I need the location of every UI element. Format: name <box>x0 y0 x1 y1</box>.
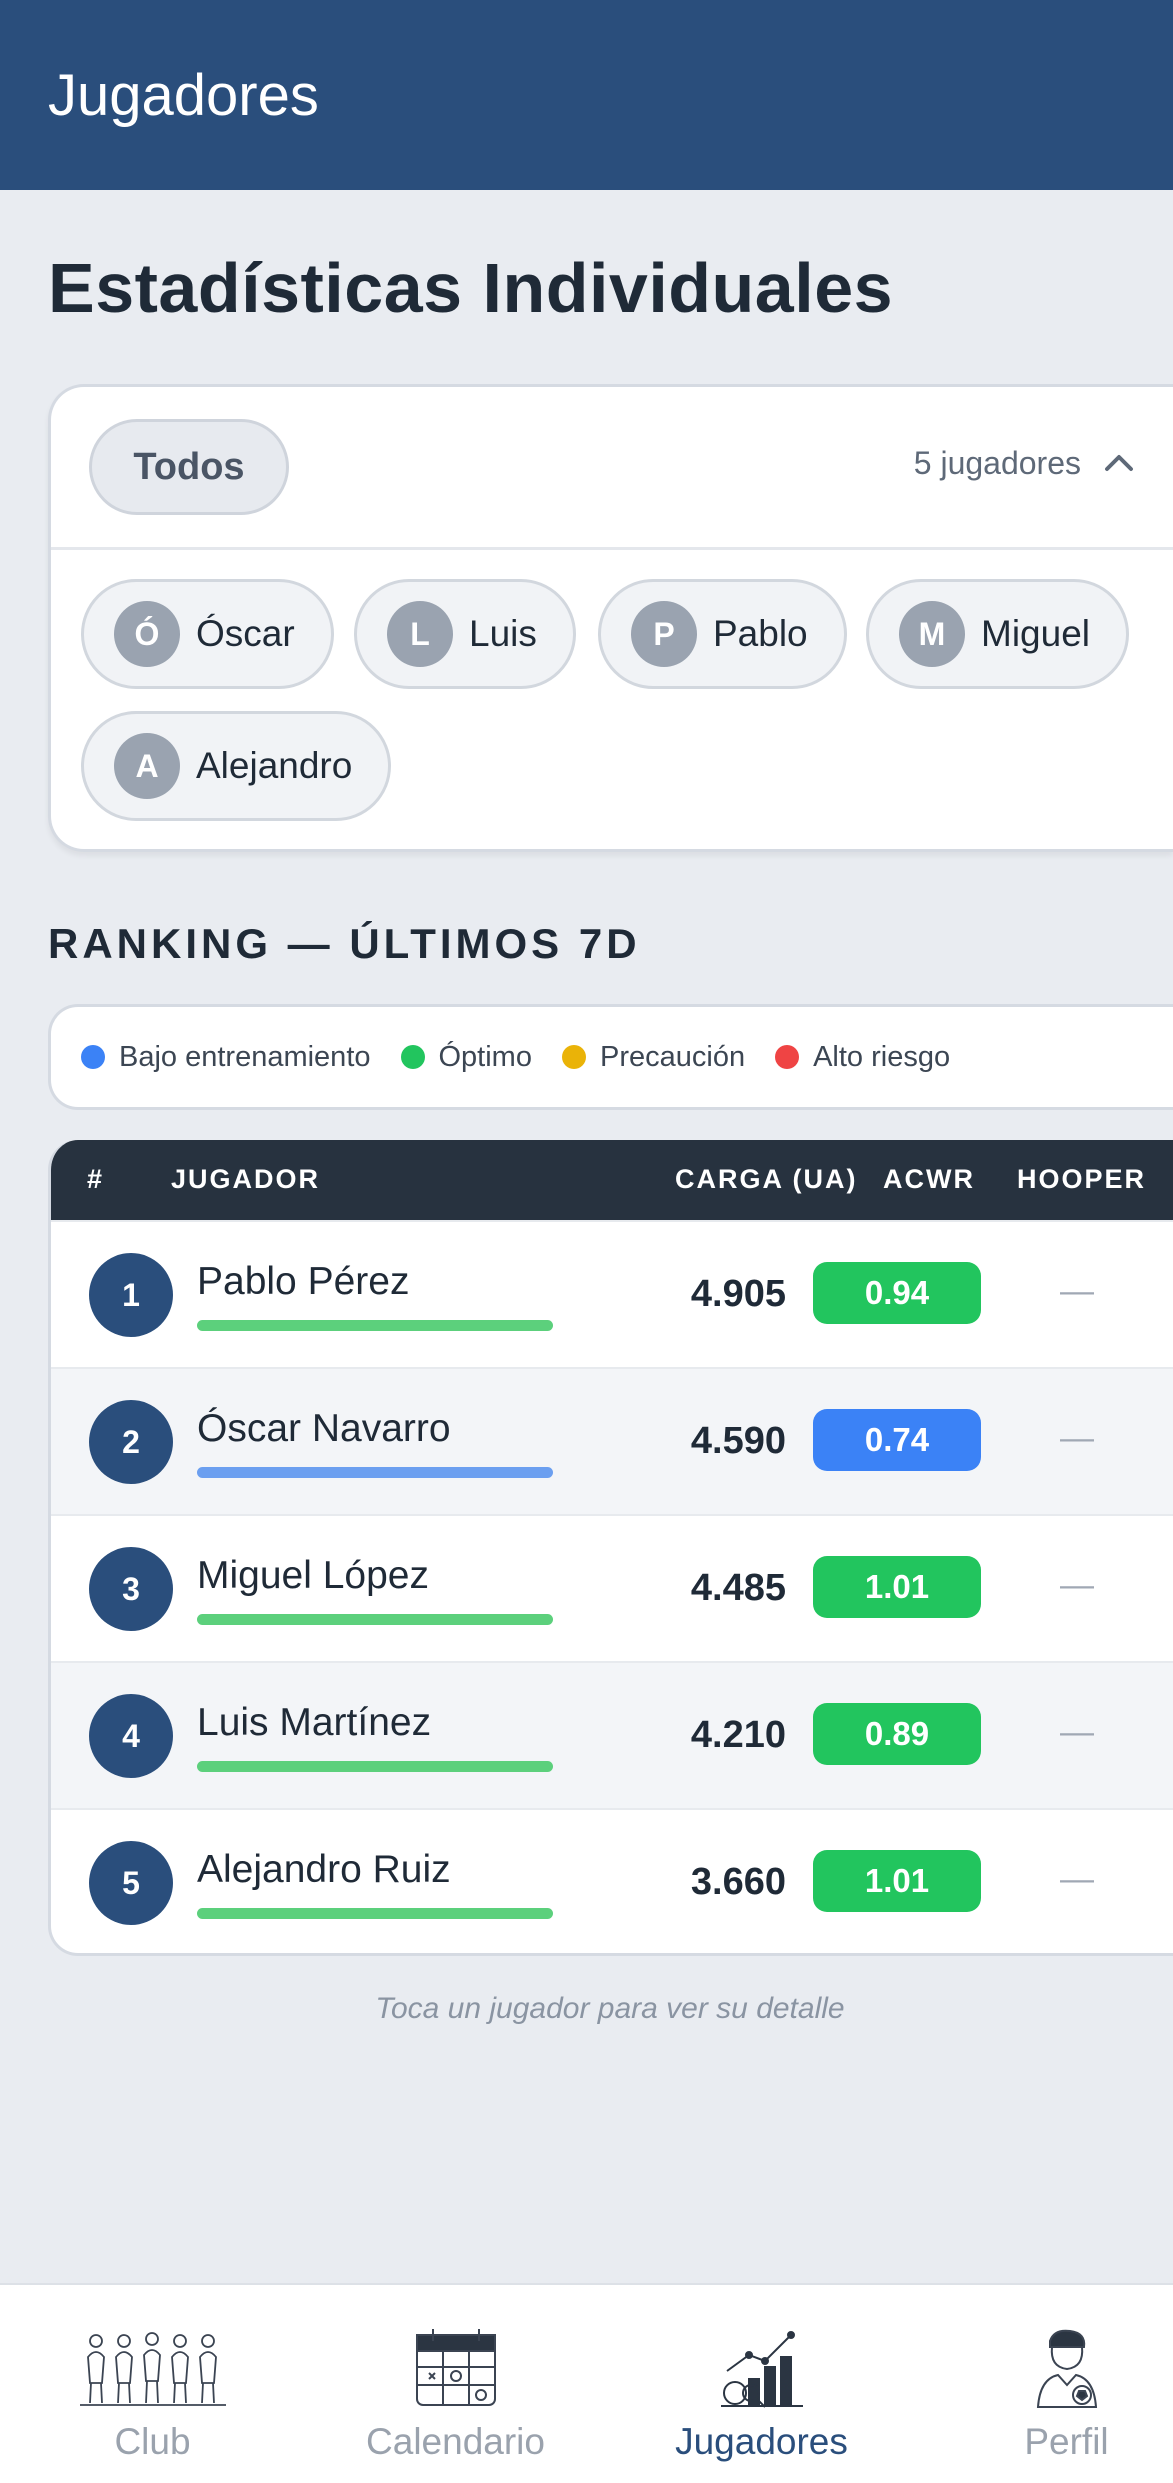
hooper-value: — <box>1060 1566 1094 1604</box>
calendar-icon <box>381 2327 531 2409</box>
nav-label: Calendario <box>366 2421 545 2462</box>
players-group-icon <box>78 2327 228 2409</box>
card-divider <box>51 547 1173 550</box>
load-value: 3.660 <box>690 1861 786 1903</box>
nav-label: Club <box>114 2421 191 2462</box>
stats-chart-icon <box>687 2327 837 2409</box>
player-chip-alejandro[interactable]: A Alejandro <box>81 711 392 821</box>
load-value: 4.590 <box>690 1420 786 1462</box>
bottom-nav: Club Calendario Jugadores Perfil <box>0 2283 1173 2483</box>
load-status-bar <box>197 1761 553 1772</box>
player-chip-label: Miguel <box>981 613 1090 654</box>
player-chip-label: Óscar <box>196 613 295 654</box>
load-value: 4.210 <box>690 1714 786 1756</box>
app-bar-title: Jugadores <box>48 63 319 128</box>
red-dot-icon <box>775 1045 800 1069</box>
player-chip-label: Pablo <box>713 613 808 654</box>
filter-collapse-toggle[interactable]: 5 jugadores <box>914 433 1137 493</box>
column-header-hooper: HOOPER <box>1017 1164 1147 1194</box>
nav-item-perfil[interactable]: Perfil <box>920 2285 1173 2483</box>
player-chip-label: Luis <box>469 613 537 654</box>
acwr-badge: 0.89 <box>813 1703 981 1765</box>
table-row[interactable]: 1 Pablo Pérez 4.905 0.94 — <box>51 1220 1173 1367</box>
avatar: A <box>114 733 180 799</box>
player-chip-label: Alejandro <box>196 745 353 786</box>
legend-item: Bajo entrenamiento <box>81 1041 371 1074</box>
load-status-bar <box>197 1908 553 1919</box>
load-status-bar <box>197 1467 553 1478</box>
rank-badge: 3 <box>89 1547 173 1631</box>
legend-label: Precaución <box>599 1040 746 1073</box>
player-chip-pablo[interactable]: P Pablo <box>598 579 847 689</box>
column-header-acwr: ACWR <box>883 1164 975 1194</box>
player-count-label: 5 jugadores <box>913 444 1081 481</box>
player-chip-luis[interactable]: L Luis <box>354 579 576 689</box>
acwr-badge: 1.01 <box>813 1556 981 1618</box>
ranking-section-title: RANKING — ÚLTIMOS 7D <box>48 920 641 967</box>
hooper-value: — <box>1060 1272 1094 1310</box>
table-row[interactable]: 2 Óscar Navarro 4.590 0.74 — <box>51 1367 1173 1514</box>
legend-item: Alto riesgo <box>775 1041 950 1074</box>
player-chip-oscar[interactable]: Ó Óscar <box>81 579 334 689</box>
load-status-bar <box>197 1614 553 1625</box>
acwr-badge: 0.94 <box>813 1262 981 1324</box>
player-name: Luis Martínez <box>197 1701 432 1744</box>
table-row[interactable]: 5 Alejandro Ruiz 3.660 1.01 — <box>51 1808 1173 1953</box>
nav-item-jugadores[interactable]: Jugadores <box>615 2285 908 2483</box>
legend-label: Óptimo <box>438 1040 532 1073</box>
player-chip-miguel[interactable]: M Miguel <box>866 579 1129 689</box>
hooper-value: — <box>1060 1713 1094 1751</box>
yellow-dot-icon <box>561 1045 586 1069</box>
column-header-rank: # <box>87 1164 105 1194</box>
player-profile-icon <box>992 2327 1142 2409</box>
table-row[interactable]: 4 Luis Martínez 4.210 0.89 — <box>51 1661 1173 1808</box>
legend-item: Óptimo <box>400 1040 532 1074</box>
table-row[interactable]: 3 Miguel López 4.485 1.01 — <box>51 1514 1173 1661</box>
column-header-player: JUGADOR <box>171 1164 321 1194</box>
nav-label: Jugadores <box>675 2421 848 2462</box>
hooper-value: — <box>1060 1419 1094 1457</box>
rank-badge: 1 <box>89 1253 173 1337</box>
player-name: Pablo Pérez <box>197 1260 410 1303</box>
legend-label: Bajo entrenamiento <box>119 1040 371 1073</box>
rank-badge: 4 <box>89 1694 173 1778</box>
legend-label: Alto riesgo <box>813 1040 951 1073</box>
acwr-badge: 1.01 <box>813 1850 981 1912</box>
player-name: Miguel López <box>197 1554 429 1597</box>
blue-dot-icon <box>81 1045 105 1069</box>
page-title: Estadísticas Individuales <box>48 249 894 327</box>
load-status-bar <box>197 1320 553 1331</box>
hooper-value: — <box>1060 1860 1094 1898</box>
player-name: Óscar Navarro <box>197 1407 451 1450</box>
player-name: Alejandro Ruiz <box>197 1848 451 1891</box>
chevron-up-icon <box>1105 455 1133 471</box>
rank-badge: 2 <box>89 1400 173 1484</box>
acwr-badge: 0.74 <box>813 1409 981 1471</box>
acwr-legend: Bajo entrenamiento Óptimo Precaución Alt… <box>48 1004 1173 1110</box>
avatar: M <box>899 601 965 667</box>
load-value: 4.905 <box>690 1273 786 1315</box>
green-dot-icon <box>400 1045 425 1069</box>
load-value: 4.485 <box>690 1567 786 1609</box>
all-players-chip[interactable]: Todos <box>89 419 289 515</box>
avatar: L <box>387 601 453 667</box>
nav-label: Perfil <box>1024 2421 1109 2462</box>
tap-hint-text: Toca un jugador para ver su detalle <box>375 1992 845 2025</box>
avatar: Ó <box>114 601 180 667</box>
rank-badge: 5 <box>89 1841 173 1925</box>
player-filter-card: Todos 5 jugadores Ó Óscar L Luis P Pablo… <box>48 384 1173 852</box>
legend-item: Precaución <box>561 1040 746 1074</box>
avatar: P <box>631 601 697 667</box>
nav-item-calendario[interactable]: Calendario <box>309 2285 602 2483</box>
column-header-load: CARGA (UA) <box>675 1164 858 1194</box>
ranking-table: # JUGADOR CARGA (UA) ACWR HOOPER 1 Pablo… <box>48 1140 1173 1956</box>
table-header: # JUGADOR CARGA (UA) ACWR HOOPER <box>51 1140 1173 1220</box>
app-bar: Jugadores <box>0 0 1173 190</box>
nav-item-club[interactable]: Club <box>6 2285 299 2483</box>
